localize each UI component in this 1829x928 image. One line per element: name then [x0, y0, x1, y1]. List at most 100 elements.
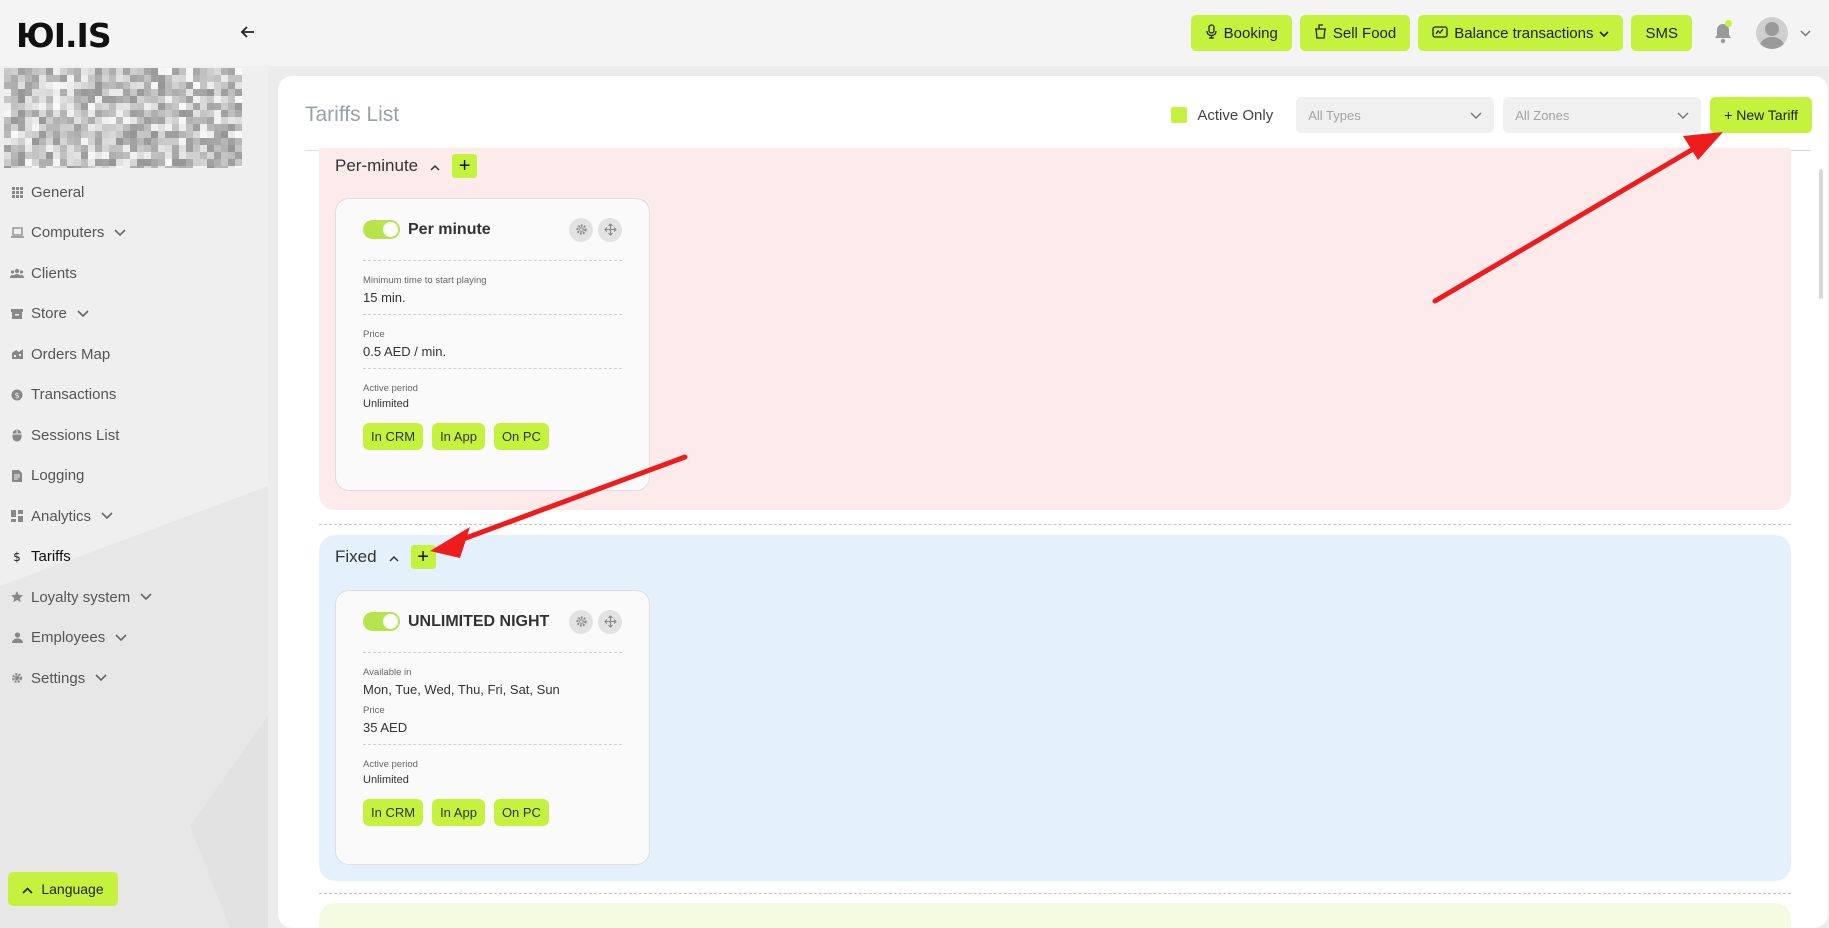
sidebar-item-transactions[interactable]: $ Transactions [0, 375, 268, 416]
sidebar-item-store[interactable]: Store [0, 294, 268, 335]
field-label: Available in [363, 667, 412, 678]
field-value: 0.5 AED / min. [363, 344, 447, 359]
booking-button[interactable]: Booking [1190, 15, 1292, 51]
chevron-up-icon[interactable] [389, 550, 399, 565]
checkbox-box[interactable] [1171, 107, 1188, 123]
store-icon [10, 307, 24, 321]
settings-gear-icon[interactable] [569, 609, 593, 634]
gear-icon [10, 671, 24, 685]
chevron-down-icon [1677, 108, 1689, 123]
settings-gear-icon[interactable] [569, 217, 593, 242]
field-label: Price [363, 705, 385, 716]
sidebar-item-general[interactable]: General [0, 172, 268, 213]
svg-text:$: $ [13, 550, 21, 563]
dashboard-icon [10, 509, 24, 523]
top-actions: Booking Sell Food Balance transactions S… [1190, 15, 1811, 51]
wallet-icon [1432, 25, 1448, 42]
chevron-down-icon [115, 634, 127, 642]
tag-in-crm: In CRM [363, 799, 424, 826]
sms-button[interactable]: SMS [1631, 15, 1692, 51]
types-select[interactable]: All Types [1296, 97, 1495, 133]
scrollbar[interactable] [1819, 169, 1823, 299]
tag-in-app: In App [432, 423, 485, 450]
sidebar-item-label: Loyalty system [31, 588, 131, 606]
balance-transactions-button[interactable]: Balance transactions [1418, 15, 1624, 51]
sidebar-item-tariffs[interactable]: $ Tariffs [0, 537, 268, 578]
dollar-icon: $ [10, 550, 24, 564]
tariff-field: Price 35 AED [363, 699, 622, 745]
field-value: 35 AED [363, 720, 408, 735]
tariff-field: Active period Unlimited [363, 369, 622, 419]
field-label: Price [363, 329, 385, 340]
tariff-card[interactable]: Per minute Minimum time to start playing… [335, 198, 650, 491]
back-arrow-icon[interactable] [240, 20, 256, 46]
active-toggle[interactable] [363, 220, 400, 239]
field-label: Active period [363, 759, 418, 770]
group-title: Fixed [335, 547, 377, 566]
chevron-down-icon[interactable] [1800, 24, 1811, 42]
tariff-card-header: Per minute [363, 199, 622, 261]
file-icon [10, 469, 24, 483]
language-button[interactable]: Language [8, 872, 118, 906]
notification-dot [1725, 20, 1732, 27]
tariff-field: Price 0.5 AED / min. [363, 315, 622, 369]
chevron-up-icon[interactable] [430, 159, 440, 174]
sidebar-item-label: Orders Map [31, 345, 111, 363]
zones-select[interactable]: All Zones [1503, 97, 1702, 133]
sidebar-item-computers[interactable]: Computers [0, 213, 268, 254]
sidebar-item-clients[interactable]: Clients [0, 253, 268, 294]
page-title: Tariffs List [305, 103, 400, 126]
field-value: Unlimited [363, 398, 409, 410]
sidebar-item-employees[interactable]: Employees [0, 618, 268, 659]
map-icon [10, 347, 24, 361]
add-tariff-button[interactable]: + [452, 154, 478, 178]
sidebar-item-label: Tariffs [31, 548, 71, 566]
tag-on-pc: On PC [493, 799, 549, 826]
balance-transactions-label: Balance transactions [1454, 24, 1594, 42]
sidebar-item-label: Settings [31, 669, 86, 687]
active-only-checkbox[interactable]: Active Only [1171, 107, 1273, 124]
laptop-icon [10, 226, 24, 240]
sidebar-item-label: Logging [31, 467, 85, 485]
sidebar-item-label: Analytics [31, 507, 92, 525]
filters-bar: Active Only All Types All Zones + New Ta… [1171, 97, 1812, 133]
avatar[interactable] [1756, 17, 1788, 49]
sidebar-item-analytics[interactable]: Analytics [0, 496, 268, 537]
zones-select-value: All Zones [1515, 107, 1570, 123]
move-icon[interactable] [598, 217, 622, 242]
language-label: Language [41, 881, 104, 897]
sell-food-button[interactable]: Sell Food [1299, 15, 1411, 51]
chevron-down-icon [95, 674, 107, 682]
new-tariff-button[interactable]: + New Tariff [1710, 97, 1812, 133]
tariff-tags: In CRM In App On PC [363, 795, 622, 843]
sidebar-item-sessions-list[interactable]: Sessions List [0, 415, 268, 456]
sidebar-item-label: Store [31, 305, 67, 323]
tariff-tags: In CRM In App On PC [363, 419, 622, 467]
main-panel: Tariffs List Active Only All Types All Z… [278, 76, 1828, 928]
tariff-field: Available in Mon, Tue, Wed, Thu, Fri, Sa… [363, 653, 622, 699]
active-toggle[interactable] [363, 612, 400, 631]
tariff-card-header: UNLIMITED NIGHT [363, 591, 622, 653]
tariff-card[interactable]: UNLIMITED NIGHT Available in Mon, Tue, W… [335, 590, 650, 865]
sidebar-item-loyalty-system[interactable]: Loyalty system [0, 577, 268, 618]
club-logo-image [4, 68, 242, 168]
chevron-down-icon [101, 512, 113, 520]
active-only-label: Active Only [1197, 106, 1274, 124]
sidebar-item-label: General [31, 183, 85, 201]
field-value: Mon, Tue, Wed, Thu, Fri, Sat, Sun [363, 682, 560, 697]
notifications-bell-icon[interactable] [1708, 15, 1738, 51]
users-icon [10, 266, 24, 280]
user-icon [10, 631, 24, 645]
field-value: Unlimited [363, 774, 409, 786]
move-icon[interactable] [598, 609, 622, 634]
sidebar-item-settings[interactable]: Settings [0, 658, 268, 699]
sidebar-item-label: Clients [31, 264, 77, 282]
group-header: Per-minute + [335, 154, 478, 178]
tariff-group-partial [319, 903, 1791, 928]
tag-on-pc: On PC [493, 423, 549, 450]
app-logo[interactable]: ЮI.IS [16, 16, 112, 55]
sidebar-item-logging[interactable]: Logging [0, 456, 268, 497]
add-tariff-button[interactable]: + [410, 545, 436, 569]
sidebar-item-orders-map[interactable]: Orders Map [0, 334, 268, 375]
tariff-name: UNLIMITED NIGHT [408, 612, 550, 630]
